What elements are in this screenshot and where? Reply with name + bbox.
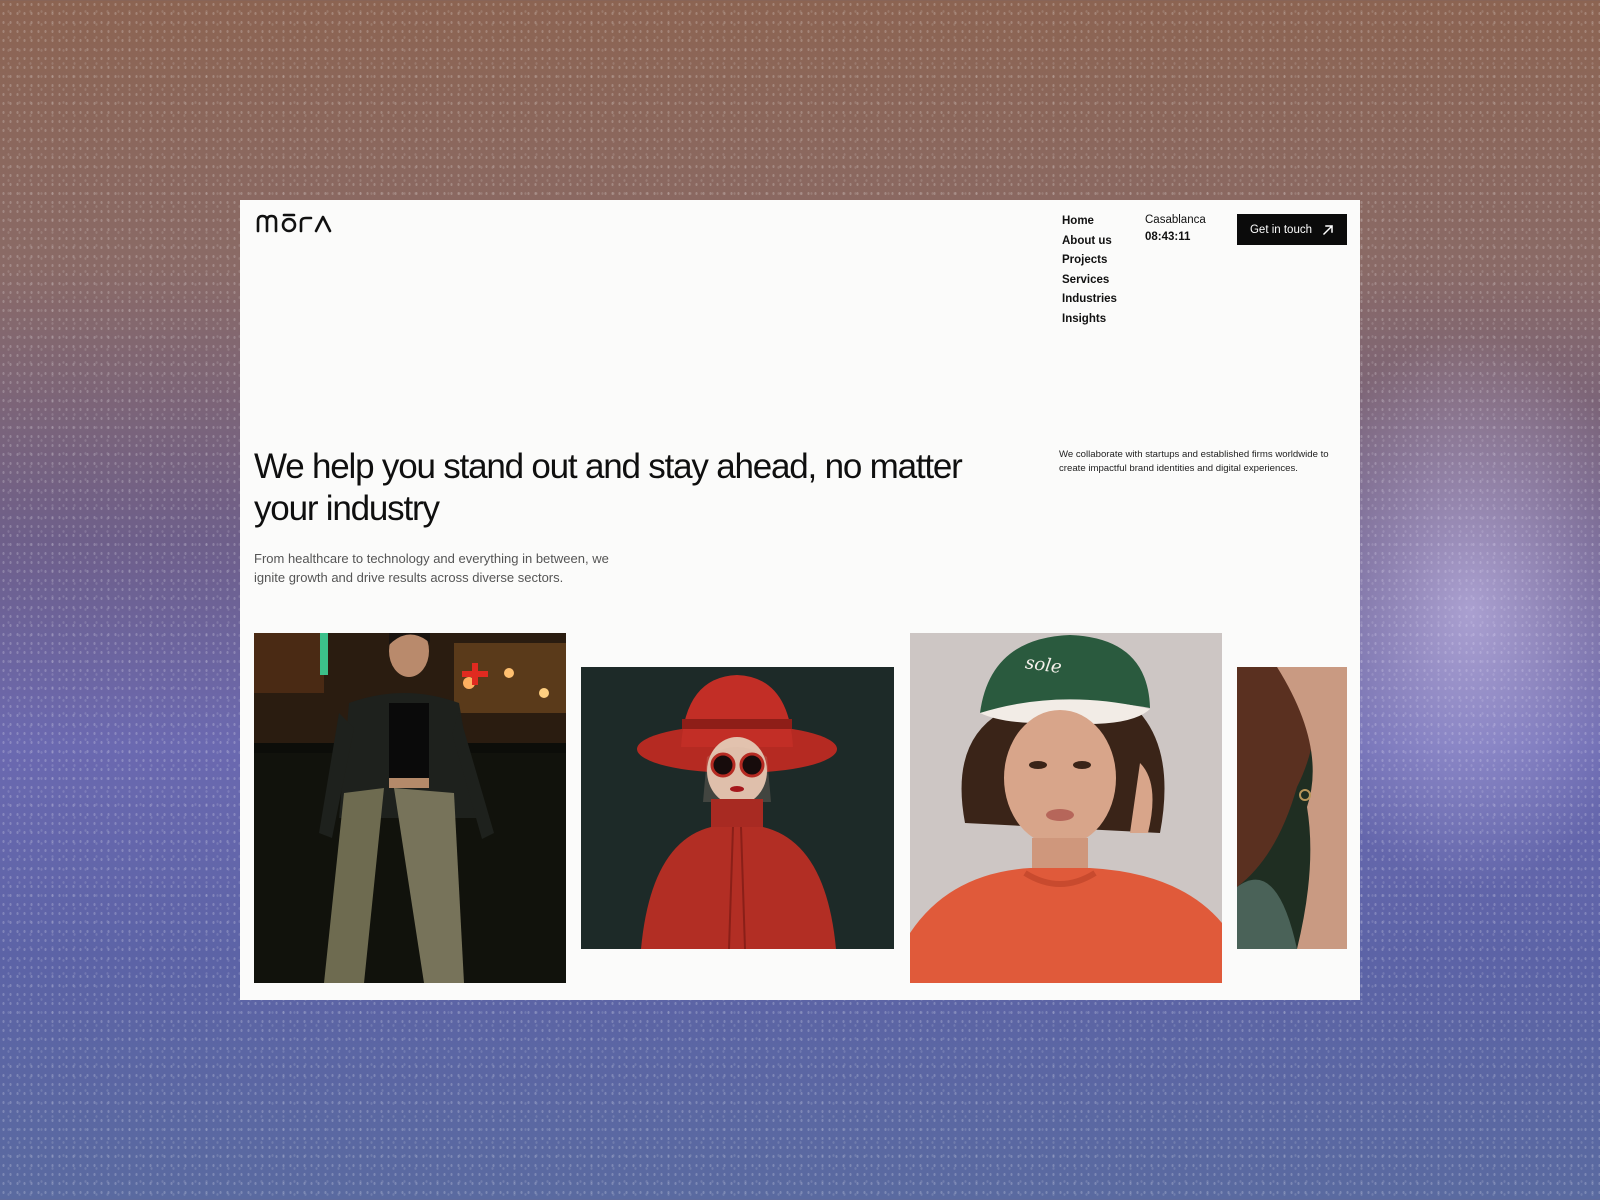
gallery-image-1[interactable]: [254, 633, 566, 983]
nav-item-services[interactable]: Services: [1062, 271, 1117, 291]
gallery-image-4[interactable]: [1237, 667, 1347, 949]
hero-subtitle: From healthcare to technology and everyt…: [254, 551, 609, 585]
nav-item-insights[interactable]: Insights: [1062, 310, 1117, 330]
website-preview: Home About us Projects Services Industri…: [240, 200, 1360, 1000]
nav-item-projects[interactable]: Projects: [1062, 251, 1117, 271]
nav-item-about-us[interactable]: About us: [1062, 232, 1117, 252]
arrow-up-right-icon: [1322, 224, 1334, 235]
hero-title: We help you stand out and stay ahead, no…: [254, 447, 963, 528]
gallery-image-2[interactable]: [581, 667, 894, 949]
main-nav: Home About us Projects Services Industri…: [1062, 212, 1117, 330]
local-time: 08:43:11: [1145, 231, 1191, 243]
get-in-touch-label: Get in touch: [1249, 223, 1312, 236]
city-name: Casablanca: [1145, 214, 1206, 226]
nav-item-home[interactable]: Home: [1062, 212, 1117, 232]
nav-item-industries[interactable]: Industries: [1062, 290, 1117, 310]
side-note: We collaborate with startups and establi…: [1059, 449, 1329, 474]
gallery-image-3[interactable]: sole: [910, 633, 1222, 983]
get-in-touch-button[interactable]: Get in touch: [1237, 214, 1347, 245]
location-clock: Casablanca 08:43:11: [1145, 212, 1206, 246]
brand-logo[interactable]: [256, 212, 336, 234]
